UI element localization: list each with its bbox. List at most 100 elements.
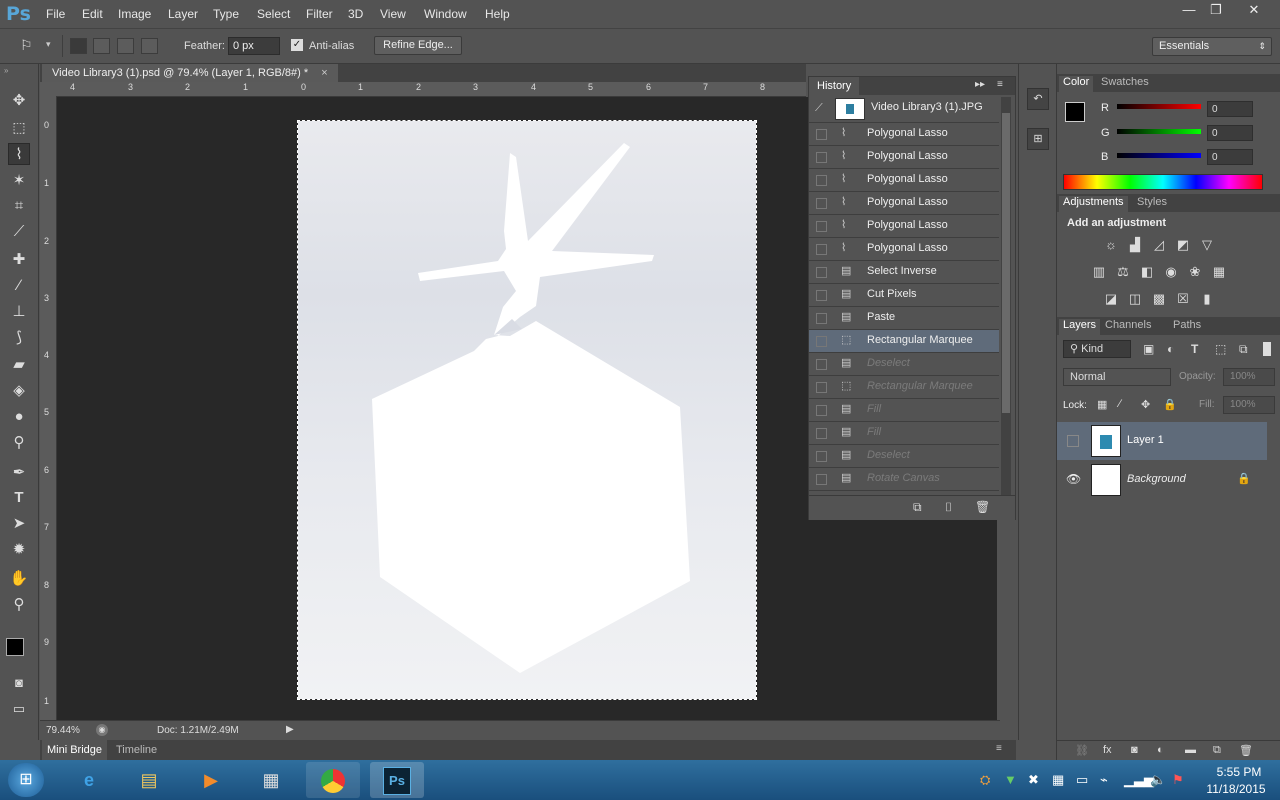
history-source-checkbox[interactable] <box>816 175 827 186</box>
history-item[interactable]: ▤ Deselect <box>809 445 999 468</box>
blur-tool-icon[interactable]: ● <box>8 406 30 428</box>
new-selection-icon[interactable] <box>70 38 87 54</box>
feather-input[interactable]: 0 px <box>228 37 280 55</box>
eyedropper-icon[interactable]: ⟋ <box>8 221 30 243</box>
trash-icon[interactable]: 🗑 <box>975 500 990 514</box>
tab-color[interactable]: Color <box>1059 76 1094 92</box>
collapse-icon[interactable]: ▸▸ <box>975 79 985 90</box>
blue-slider[interactable] <box>1117 153 1201 158</box>
blue-value[interactable]: 0 <box>1207 149 1253 165</box>
exposure-icon[interactable]: ◩ <box>1175 238 1191 252</box>
fill-input[interactable]: 100% <box>1223 396 1275 414</box>
history-item[interactable]: ⬚ Rectangular Marquee <box>809 330 999 353</box>
blend-mode-select[interactable]: Normal <box>1063 368 1171 386</box>
zoom-level[interactable]: 79.44% <box>46 725 80 736</box>
lock-all-icon[interactable]: 🔒 <box>1163 398 1177 411</box>
play-arrow-icon[interactable]: ▶ <box>286 724 294 735</box>
hand-tool-icon[interactable]: ✋ <box>8 568 30 590</box>
tray-power-icon[interactable]: ⌁ <box>1100 772 1108 788</box>
red-slider[interactable] <box>1117 104 1201 109</box>
hue-saturation-icon[interactable]: ▥ <box>1091 265 1107 279</box>
close-tab-icon[interactable]: × <box>321 67 327 79</box>
scrollbar-thumb[interactable] <box>1002 113 1010 413</box>
panel-menu-icon[interactable]: ≡ <box>997 79 1003 90</box>
chrome-icon[interactable] <box>306 762 360 798</box>
panel-menu-icon[interactable]: ≡ <box>996 743 1002 754</box>
visibility-toggle[interactable] <box>1067 435 1079 447</box>
brightness-icon[interactable]: ☼ <box>1103 238 1119 252</box>
history-source-checkbox[interactable] <box>816 405 827 416</box>
minimize-button[interactable]: — <box>1176 1 1202 19</box>
start-button[interactable]: ⊞ <box>8 763 44 797</box>
layer-row[interactable]: 👁 Background 🔒 <box>1057 461 1267 499</box>
channel-mixer-icon[interactable]: ❀ <box>1187 265 1203 279</box>
filter-toggle[interactable] <box>1263 342 1271 356</box>
file-explorer-icon[interactable]: ▤ <box>122 762 176 798</box>
properties-dock-icon[interactable]: ⊞ <box>1027 128 1049 150</box>
pen-tool-icon[interactable]: ✒ <box>8 462 30 484</box>
menu-select[interactable]: Select <box>257 7 290 21</box>
clock-time[interactable]: 5:55 PM <box>1204 765 1274 779</box>
screen-mode-icon[interactable]: ▭ <box>8 698 30 720</box>
posterize-icon[interactable]: ◫ <box>1127 292 1143 306</box>
history-item[interactable]: ▤ Rotate Canvas <box>809 468 999 491</box>
camera-icon[interactable]: ⌷ <box>945 500 952 515</box>
tray-shield-icon[interactable]: ▼ <box>1004 772 1017 787</box>
status-menu-icon[interactable]: ◉ <box>96 724 108 736</box>
menu-edit[interactable]: Edit <box>82 7 103 21</box>
color-lookup-icon[interactable]: ▦ <box>1211 265 1227 279</box>
history-dock-icon[interactable]: ↶ <box>1027 88 1049 110</box>
tab-swatches[interactable]: Swatches <box>1097 76 1153 88</box>
history-brush-icon[interactable]: ⟆ <box>8 327 30 349</box>
restore-button[interactable]: ❐ <box>1203 1 1229 19</box>
document-canvas[interactable] <box>297 120 757 700</box>
custom-shape-icon[interactable]: ✹ <box>8 539 30 561</box>
red-value[interactable]: 0 <box>1207 101 1253 117</box>
tab-layers[interactable]: Layers <box>1059 319 1101 335</box>
gradient-map-icon[interactable]: ▮ <box>1199 292 1215 306</box>
layer-name[interactable]: Background <box>1127 473 1186 485</box>
eye-icon[interactable]: 👁 <box>1066 472 1081 486</box>
history-item[interactable]: ▤ Select Inverse <box>809 261 999 284</box>
history-source-checkbox[interactable] <box>816 129 827 140</box>
document-tab[interactable]: Video Library3 (1).psd @ 79.4% (Layer 1,… <box>42 64 338 82</box>
antialias-checkbox[interactable]: ✓ <box>291 39 303 51</box>
move-tool-icon[interactable]: ✥ <box>8 90 30 112</box>
intersect-selection-icon[interactable] <box>141 38 158 54</box>
photo-filter-icon[interactable]: ◉ <box>1163 265 1179 279</box>
tray-update-icon[interactable]: ⛭ <box>980 772 990 788</box>
green-value[interactable]: 0 <box>1207 125 1253 141</box>
tab-styles[interactable]: Styles <box>1133 196 1171 208</box>
history-item[interactable]: ▤ Deselect <box>809 353 999 376</box>
history-item[interactable]: ⌇ Polygonal Lasso <box>809 123 999 146</box>
selective-color-icon[interactable]: ☒ <box>1175 292 1191 306</box>
menu-filter[interactable]: Filter <box>306 7 333 21</box>
healing-brush-icon[interactable]: ✚ <box>8 249 30 271</box>
history-source-checkbox[interactable] <box>816 382 827 393</box>
crop-tool-icon[interactable]: ⌗ <box>8 195 30 217</box>
threshold-icon[interactable]: ▩ <box>1151 292 1167 306</box>
history-source-checkbox[interactable] <box>816 336 827 347</box>
history-item[interactable]: ⬚ Rectangular Marquee <box>809 376 999 399</box>
black-white-icon[interactable]: ◧ <box>1139 265 1155 279</box>
tray-flag-icon[interactable]: ⚑ <box>1172 772 1184 788</box>
calculator-icon[interactable]: ▦ <box>244 762 298 798</box>
history-item[interactable]: ▤ Fill <box>809 422 999 445</box>
tray-volume-icon[interactable]: 🔈 <box>1150 772 1166 788</box>
lock-pixels-icon[interactable]: ∕ <box>1119 398 1121 410</box>
history-source-checkbox[interactable] <box>816 244 827 255</box>
paint-bucket-icon[interactable]: ◈ <box>8 380 30 402</box>
history-source-checkbox[interactable] <box>816 474 827 485</box>
dodge-tool-icon[interactable]: ⚲ <box>8 432 30 454</box>
menu-3d[interactable]: 3D <box>348 7 363 21</box>
scrollbar-track[interactable] <box>1001 97 1011 505</box>
menu-window[interactable]: Window <box>424 7 467 21</box>
filter-smart-icon[interactable]: ⧉ <box>1239 342 1248 357</box>
history-snapshot[interactable]: ⟋ Video Library3 (1).JPG <box>809 96 999 123</box>
history-source-checkbox[interactable] <box>816 359 827 370</box>
clone-stamp-icon[interactable]: ⊥ <box>8 301 30 323</box>
new-adjustment-icon[interactable]: ◐ <box>1157 744 1164 756</box>
tab-paths[interactable]: Paths <box>1169 319 1205 331</box>
brush-source-icon[interactable]: ⟋ <box>815 102 823 115</box>
add-to-selection-icon[interactable] <box>93 38 110 54</box>
